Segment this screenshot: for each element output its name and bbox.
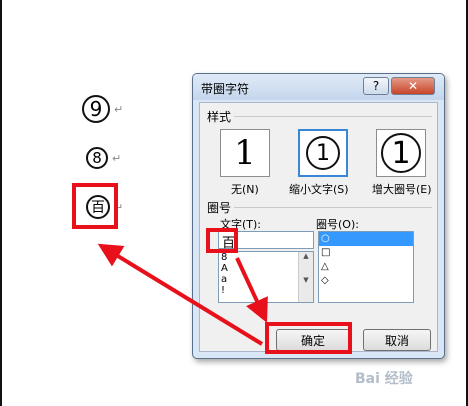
annotation-arrows — [97, 243, 268, 346]
watermark: Bai 经验 — [355, 371, 413, 387]
arrow-to-ok-icon — [235, 257, 268, 323]
